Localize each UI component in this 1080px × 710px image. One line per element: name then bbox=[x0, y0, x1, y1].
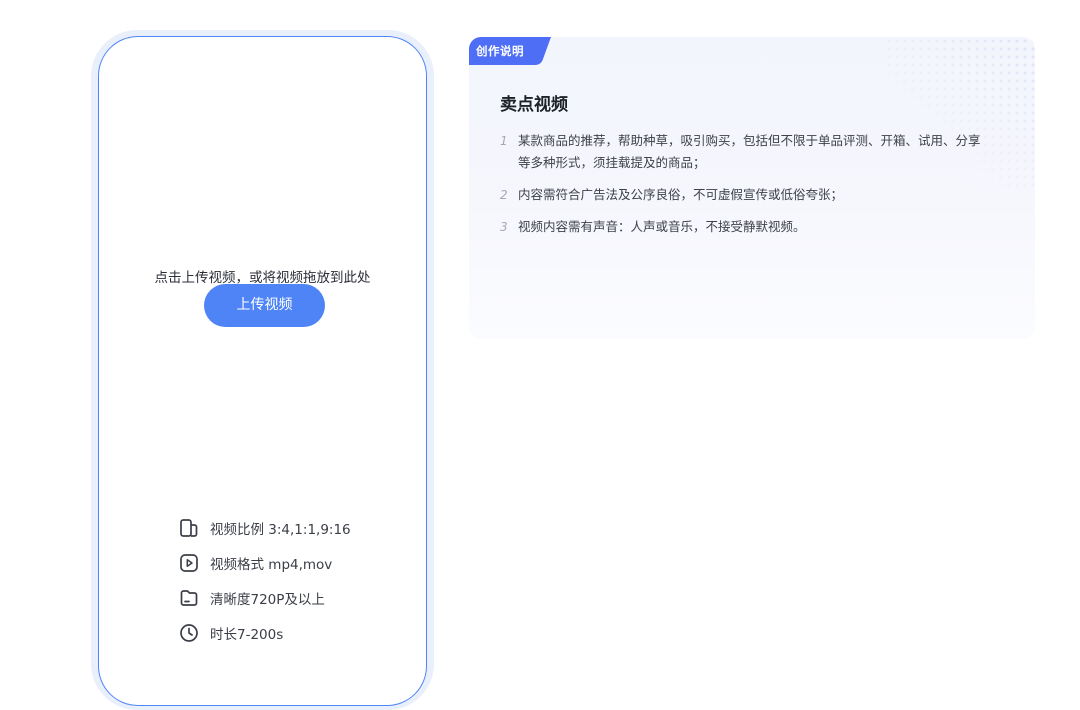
upload-dropzone[interactable]: 点击上传视频，或将视频拖放到此处 上传视频 视频比例 3:4,1:1,9:16 bbox=[98, 36, 427, 706]
spec-aspect-ratio-text: 视频比例 3:4,1:1,9:16 bbox=[210, 521, 351, 538]
video-format-icon bbox=[178, 552, 200, 574]
upload-requirements: 视频比例 3:4,1:1,9:16 视频格式 mp4,mov 清晰度720P及以… bbox=[178, 510, 351, 650]
guide-rule-number: 2 bbox=[500, 188, 508, 202]
spec-video-format: 视频格式 mp4,mov bbox=[178, 545, 351, 580]
guide-rule-text: 内容需符合广告法及公序良俗，不可虚假宣传或低俗夸张； bbox=[518, 187, 844, 202]
upload-video-button[interactable]: 上传视频 bbox=[204, 284, 325, 327]
clock-icon bbox=[178, 622, 200, 644]
creation-guide-card: 创作说明 卖点视频 1 某款商品的推荐，帮助种草，吸引购买，包括但不限于单品评测… bbox=[469, 37, 1035, 339]
guide-rule-number: 1 bbox=[500, 134, 508, 148]
guide-rules-list: 1 某款商品的推荐，帮助种草，吸引购买，包括但不限于单品评测、开箱、试用、分享等… bbox=[500, 130, 990, 248]
guide-rule-item: 3 视频内容需有声音：人声或音乐，不接受静默视频。 bbox=[500, 216, 990, 238]
spec-duration-text: 时长7-200s bbox=[210, 626, 284, 643]
spec-resolution-text: 清晰度720P及以上 bbox=[210, 591, 325, 608]
guide-title: 卖点视频 bbox=[500, 95, 568, 115]
guide-rule-text: 某款商品的推荐，帮助种草，吸引购买，包括但不限于单品评测、开箱、试用、分享等多种… bbox=[518, 133, 981, 170]
upload-card-frame: 点击上传视频，或将视频拖放到此处 上传视频 视频比例 3:4,1:1,9:16 bbox=[91, 30, 434, 710]
guide-rule-item: 2 内容需符合广告法及公序良俗，不可虚假宣传或低俗夸张； bbox=[500, 184, 990, 206]
spec-duration: 时长7-200s bbox=[178, 615, 351, 650]
guide-rule-text: 视频内容需有声音：人声或音乐，不接受静默视频。 bbox=[518, 219, 806, 234]
guide-rule-item: 1 某款商品的推荐，帮助种草，吸引购买，包括但不限于单品评测、开箱、试用、分享等… bbox=[500, 130, 990, 174]
spec-resolution: 清晰度720P及以上 bbox=[178, 580, 351, 615]
resolution-icon bbox=[178, 587, 200, 609]
guide-badge-label: 创作说明 bbox=[476, 44, 524, 58]
guide-rule-number: 3 bbox=[500, 220, 508, 234]
guide-badge: 创作说明 bbox=[469, 37, 551, 65]
spec-aspect-ratio: 视频比例 3:4,1:1,9:16 bbox=[178, 510, 351, 545]
aspect-ratio-icon bbox=[178, 517, 200, 539]
spec-video-format-text: 视频格式 mp4,mov bbox=[210, 556, 333, 573]
upload-hint: 点击上传视频，或将视频拖放到此处 bbox=[154, 270, 371, 286]
